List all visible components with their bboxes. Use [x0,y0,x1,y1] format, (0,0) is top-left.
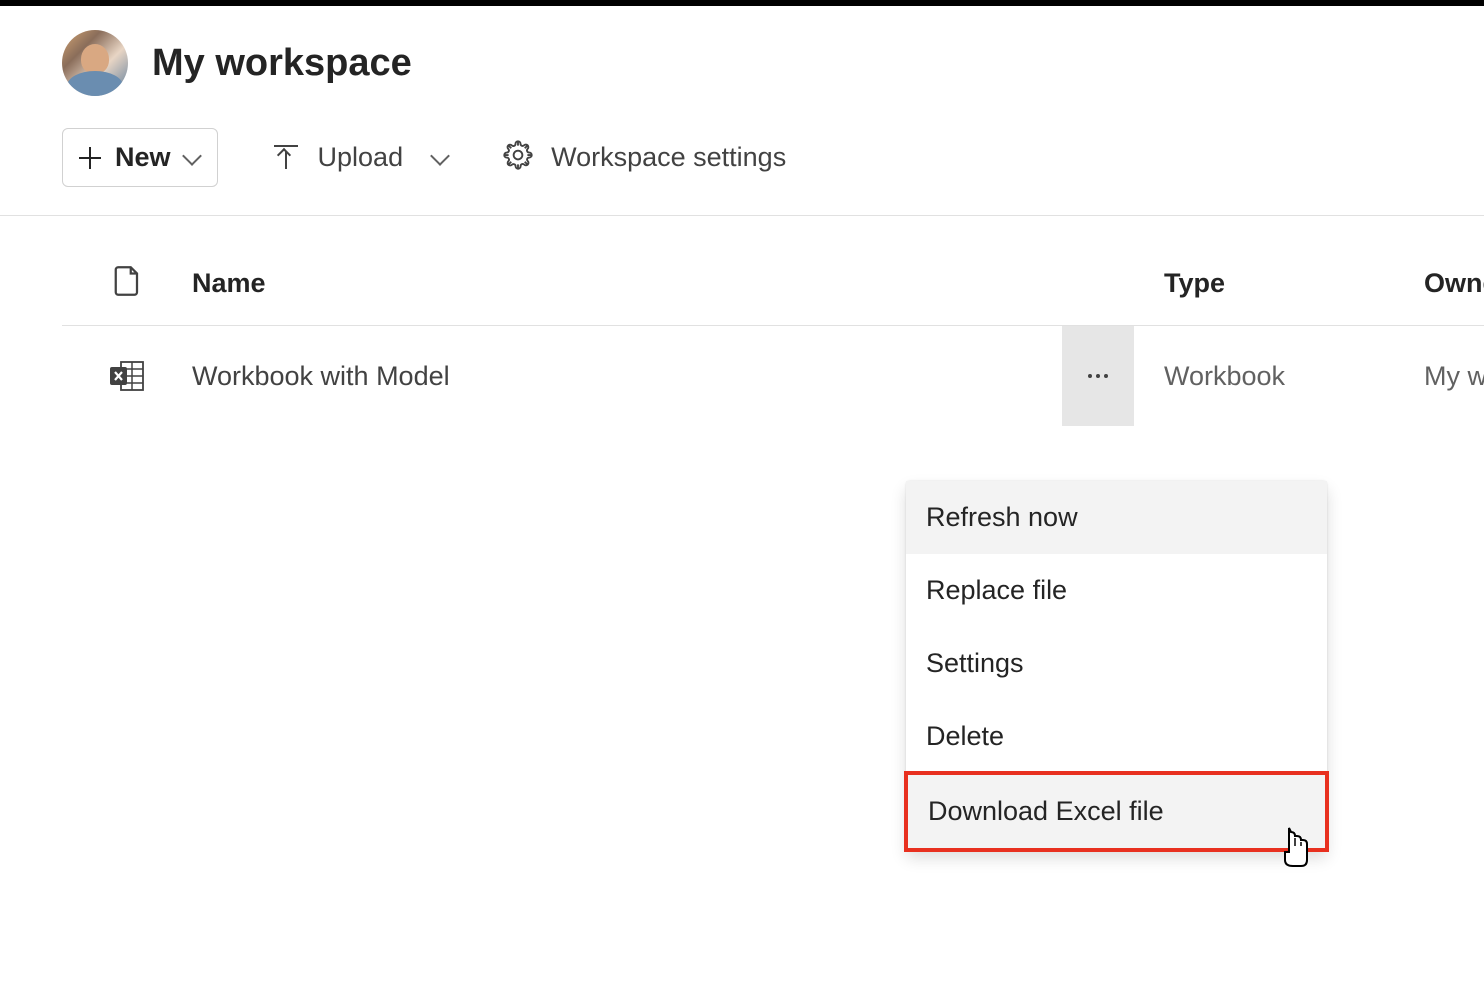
upload-label: Upload [318,142,404,173]
menu-item-refresh[interactable]: Refresh now [906,481,1327,554]
table-header: Name Type Owner [62,216,1484,326]
menu-item-delete[interactable]: Delete [906,700,1327,773]
menu-item-download-excel[interactable]: Download Excel file [904,771,1329,852]
chevron-down-icon [430,146,450,166]
row-owner-cell: My w [1424,361,1484,392]
gear-icon [503,140,533,175]
row-actions-cell [1062,326,1134,426]
menu-item-replace[interactable]: Replace file [906,554,1327,627]
row-type-cell: Workbook [1134,361,1424,392]
context-menu: Refresh now Replace file Settings Delete… [906,481,1327,850]
row-name-cell[interactable]: Workbook with Model [192,361,1062,392]
column-owner-header[interactable]: Owner [1424,268,1484,299]
row-icon-cell [62,360,192,392]
table-row[interactable]: Workbook with Model Workbook My w [62,326,1484,426]
more-options-button[interactable] [1062,326,1134,426]
column-type-header[interactable]: Type [1134,268,1424,299]
excel-icon [109,360,145,392]
new-button[interactable]: New [62,128,218,187]
upload-button[interactable]: Upload [274,142,448,173]
upload-icon [274,145,300,171]
workspace-header: My workspace [0,6,1484,96]
settings-label: Workspace settings [551,142,786,173]
menu-item-settings[interactable]: Settings [906,627,1327,700]
column-icon-header [62,266,192,301]
chevron-down-icon [182,146,202,166]
workspace-title: My workspace [152,42,412,85]
cursor-pointer-icon [1275,824,1313,875]
new-button-label: New [115,142,171,173]
plus-icon [79,147,101,169]
content-area: Name Type Owner Wor [0,216,1484,426]
document-icon [114,266,140,301]
more-dots-icon [1088,374,1108,378]
column-name-header[interactable]: Name [192,268,1062,299]
avatar [62,30,128,96]
toolbar: New Upload Workspace settings [0,96,1484,216]
workspace-settings-button[interactable]: Workspace settings [503,140,786,175]
